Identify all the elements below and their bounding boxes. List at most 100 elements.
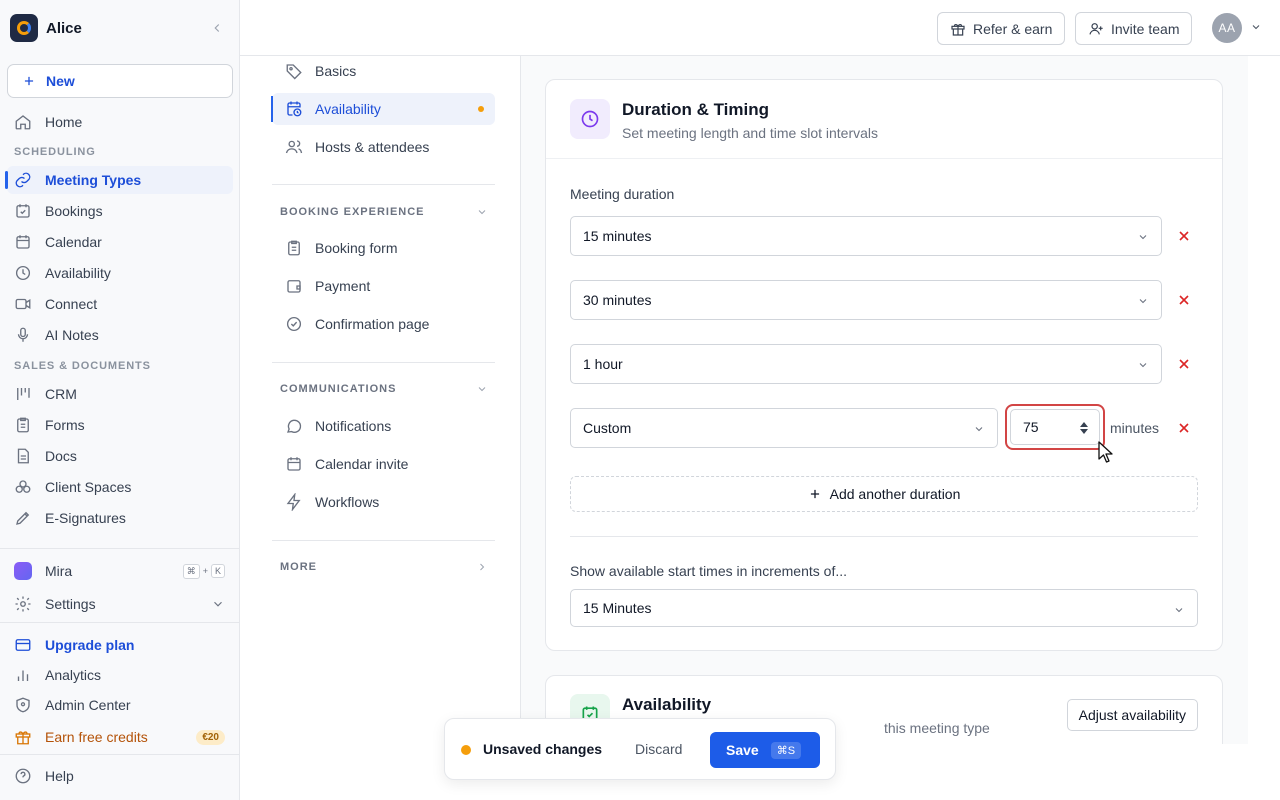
- sidebar-item-connect[interactable]: Connect: [7, 290, 233, 318]
- sidebar-item-label: Earn free credits: [45, 729, 148, 745]
- sidebar-item-ai-notes[interactable]: AI Notes: [7, 321, 233, 349]
- unsaved-dot: [478, 106, 484, 112]
- collapse-sidebar-icon[interactable]: [210, 21, 224, 35]
- section-label: BOOKING EXPERIENCE: [280, 206, 425, 218]
- subnav-divider: [272, 540, 495, 541]
- sidebar-item-label: Mira: [45, 563, 73, 579]
- workspace-switcher[interactable]: Alice: [10, 14, 230, 42]
- sidebar-item-meeting-types[interactable]: Meeting Types: [5, 166, 233, 194]
- sidebar-item-label: Home: [45, 114, 83, 130]
- plus-icon: [810, 489, 819, 499]
- chevron-down-icon: [975, 427, 983, 432]
- duration-select-2[interactable]: 30 minutes: [570, 280, 1162, 320]
- bolt-icon: [286, 493, 301, 511]
- section-label-scheduling: SCHEDULING: [14, 146, 96, 158]
- chevron-down-icon[interactable]: [1250, 21, 1262, 33]
- custom-minutes-input-focus[interactable]: 75: [1005, 404, 1105, 450]
- sidebar-item-label: Forms: [45, 417, 85, 433]
- select-value: Custom: [583, 420, 632, 436]
- subnav-item-payment[interactable]: Payment: [272, 270, 495, 302]
- sidebar-item-label: Upgrade plan: [45, 637, 135, 653]
- avatar[interactable]: AA: [1212, 13, 1242, 43]
- sidebar-item-docs[interactable]: Docs: [7, 442, 233, 470]
- plus-icon: [24, 76, 34, 86]
- credit-card-icon: [15, 639, 31, 651]
- subnav-item-hosts-attendees[interactable]: Hosts & attendees: [272, 131, 495, 163]
- subnav-item-workflows[interactable]: Workflows: [272, 486, 495, 518]
- remove-duration-icon[interactable]: [1176, 292, 1192, 308]
- meeting-duration-label: Meeting duration: [570, 186, 675, 202]
- sidebar-item-home[interactable]: Home: [7, 108, 233, 136]
- clipboard-icon: [17, 417, 29, 433]
- sidebar-item-upgrade-plan[interactable]: Upgrade plan: [7, 631, 233, 659]
- duration-select-3[interactable]: 1 hour: [570, 344, 1162, 384]
- chevron-down-icon: [1175, 608, 1183, 613]
- sidebar-item-client-spaces[interactable]: Client Spaces: [7, 473, 233, 501]
- subnav-item-basics[interactable]: Basics: [272, 55, 495, 87]
- sidebar-item-analytics[interactable]: Analytics: [7, 661, 233, 689]
- sidebar-item-help[interactable]: Help: [7, 762, 233, 790]
- chevron-right-icon: [480, 563, 485, 571]
- video-icon: [15, 298, 31, 310]
- subnav-section-more[interactable]: MORE: [280, 561, 488, 573]
- calendar-check-icon: [16, 204, 30, 218]
- home-icon: [15, 115, 31, 130]
- subnav-item-confirmation-page[interactable]: Confirmation page: [272, 308, 495, 340]
- sidebar: Alice New Home SCHEDULING Meeting Types …: [0, 0, 240, 800]
- select-value: 1 hour: [583, 356, 623, 372]
- sidebar-item-label: Analytics: [45, 667, 102, 683]
- subnav-item-availability[interactable]: Availability: [271, 93, 495, 125]
- sidebar-item-label: CRM: [45, 386, 77, 402]
- chevron-down-icon: [478, 387, 486, 392]
- subnav-item-booking-form[interactable]: Booking form: [272, 232, 495, 264]
- save-label: Save: [726, 742, 759, 758]
- sidebar-item-settings[interactable]: Settings: [7, 590, 233, 618]
- sidebar-item-crm[interactable]: CRM: [7, 380, 233, 408]
- chevron-down-icon: [1139, 299, 1147, 304]
- invite-team-button[interactable]: Invite team: [1075, 12, 1193, 45]
- clock-icon: [15, 265, 31, 281]
- custom-unit-label: minutes: [1110, 420, 1160, 436]
- discard-button[interactable]: Discard: [635, 741, 682, 757]
- remove-duration-icon[interactable]: [1176, 356, 1192, 372]
- sidebar-item-forms[interactable]: Forms: [7, 411, 233, 439]
- sidebar-item-availability[interactable]: Availability: [7, 259, 233, 287]
- subnav-item-notifications[interactable]: Notifications: [272, 410, 495, 442]
- custom-minutes-input[interactable]: 75: [1010, 409, 1100, 445]
- duration-timing-card: Duration & Timing Set meeting length and…: [545, 79, 1223, 651]
- subnav-item-label: Workflows: [315, 494, 380, 510]
- add-duration-button[interactable]: Add another duration: [570, 476, 1198, 512]
- sidebar-item-mira[interactable]: Mira ⌘ + K: [7, 557, 233, 585]
- sidebar-item-e-signatures[interactable]: E-Signatures: [7, 504, 233, 532]
- subnav-item-calendar-invite[interactable]: Calendar invite: [272, 448, 495, 480]
- adjust-availability-button[interactable]: Adjust availability: [1066, 699, 1198, 731]
- app-logo: [10, 14, 38, 42]
- new-button[interactable]: New: [7, 64, 233, 98]
- duration-select-custom[interactable]: Custom: [570, 408, 998, 448]
- calendar-icon: [16, 235, 30, 249]
- mouse-cursor-icon: [1098, 441, 1114, 463]
- card-header: Duration & Timing Set meeting length and…: [546, 80, 1222, 159]
- sidebar-item-bookings[interactable]: Bookings: [7, 197, 233, 225]
- calendar-grid-icon: [287, 457, 301, 471]
- subnav-section-booking-experience[interactable]: BOOKING EXPERIENCE: [280, 206, 488, 218]
- sidebar-item-earn-credits[interactable]: Earn free credits €20: [7, 723, 233, 751]
- refer-earn-button[interactable]: Refer & earn: [937, 12, 1066, 45]
- subnav-item-label: Notifications: [315, 418, 392, 434]
- card-subtitle: Set meeting length and time slot interva…: [622, 125, 879, 141]
- subnav-section-communications[interactable]: COMMUNICATIONS: [280, 383, 488, 395]
- remove-duration-icon[interactable]: [1176, 420, 1192, 436]
- subnav-item-label: Basics: [315, 63, 357, 79]
- remove-duration-icon[interactable]: [1176, 228, 1192, 244]
- sidebar-item-admin-center[interactable]: Admin Center: [7, 691, 233, 719]
- doc-icon: [17, 448, 29, 464]
- sidebar-item-label: E-Signatures: [45, 510, 126, 526]
- duration-select-1[interactable]: 15 minutes: [570, 216, 1162, 256]
- sidebar-item-calendar[interactable]: Calendar: [7, 228, 233, 256]
- increment-select[interactable]: 15 Minutes: [570, 589, 1198, 627]
- refer-earn-label: Refer & earn: [973, 20, 1053, 37]
- spinner-arrows-icon[interactable]: [1079, 421, 1089, 435]
- increment-label: Show available start times in increments…: [570, 563, 848, 579]
- unsaved-indicator: [461, 745, 471, 755]
- save-button[interactable]: Save ⌘S: [710, 732, 820, 768]
